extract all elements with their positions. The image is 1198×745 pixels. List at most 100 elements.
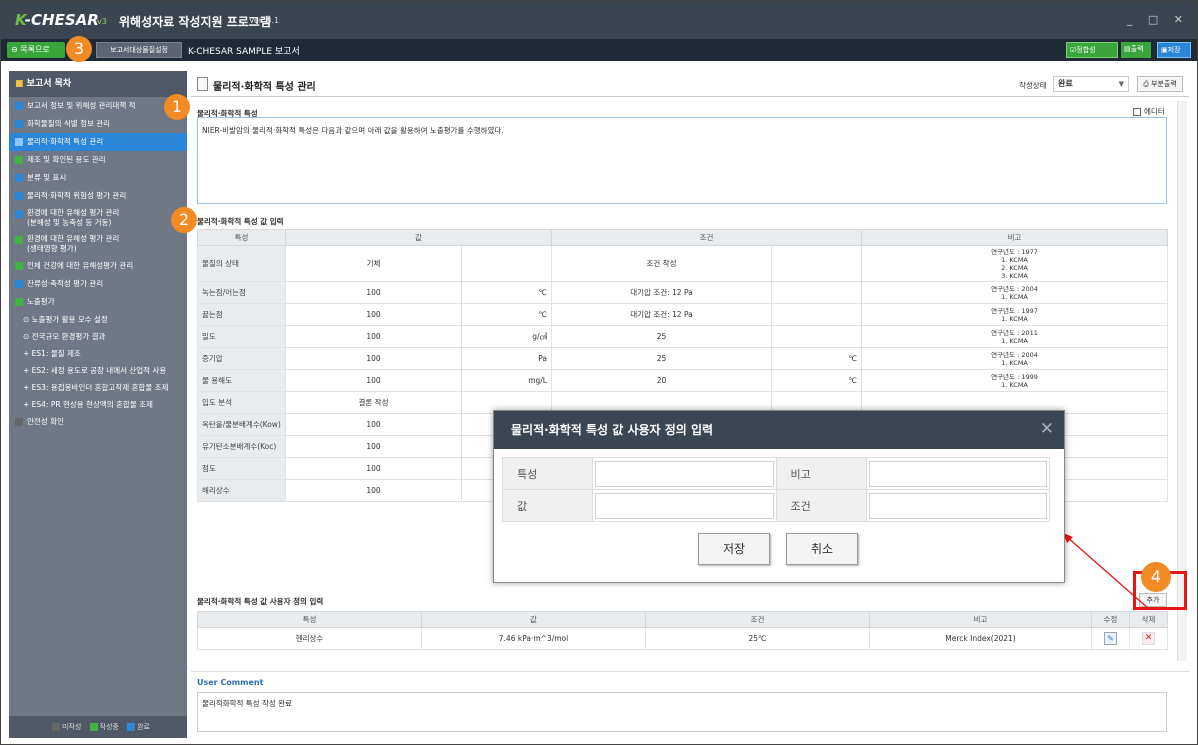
- sidebar-item[interactable]: 노출평가: [9, 293, 187, 311]
- app-version: Ver. 3.1: [249, 16, 280, 25]
- sidebar-item[interactable]: 제조 및 확인된 용도 관리: [9, 151, 187, 169]
- summary-textarea[interactable]: NIER-비발암의 물리적·화학적 특성은 다음과 같으며 아래 값을 활용하여…: [197, 117, 1167, 204]
- callout-badge-3: 3: [66, 36, 92, 62]
- partial-print-button[interactable]: ⎙ 부분출력: [1137, 76, 1183, 92]
- value-input[interactable]: [595, 492, 774, 519]
- table-row[interactable]: 헨리상수 7.46 kPa·m^3/mol 25℃ Merck Index(20…: [197, 627, 1168, 650]
- condition-unit-cell: [771, 281, 862, 304]
- property-input[interactable]: [595, 460, 774, 487]
- edit-icon[interactable]: ✎: [1104, 632, 1117, 645]
- target-substance-button[interactable]: 보고서대상물질설정: [96, 42, 182, 58]
- field-label-condition: 조건: [775, 489, 867, 522]
- note-line: 연구년도 : 1997: [991, 306, 1038, 315]
- sidebar-item-label: 인체 건강에 대한 유해성평가 관리: [27, 261, 134, 270]
- custom-section-label: 물리적·화학적 특성 값 사용자 정의 입력: [197, 597, 324, 606]
- value-input-section-label: 물리적·화학적 특성 값 입력: [197, 217, 284, 226]
- page-header: 물리적·화학적 특성 관리 작성상태 완료 ▼ ⎙ 부분출력: [191, 71, 1189, 97]
- sidebar-item[interactable]: 화학물질의 식별 정보 관리: [9, 115, 187, 133]
- close-icon[interactable]: ✕: [1040, 419, 1054, 439]
- delete-cell: ✕: [1129, 627, 1168, 650]
- comment-textarea[interactable]: 물리적화학적 특성 작성 완료: [197, 692, 1167, 732]
- user-comment-panel: User Comment 물리적화학적 특성 작성 완료: [191, 671, 1189, 738]
- property-name-cell: 물질의 상태: [197, 245, 286, 282]
- table-row[interactable]: 물질의 상태 기체 조건 작성 연구년도 : 1977 1. KCMA 2. KCMA 3.…: [197, 245, 1168, 282]
- condition-input[interactable]: [868, 492, 1047, 519]
- custom-table: 특성 값 조건 비고 수정 삭제 헨리상수 7.46 kPa·m^3/mol 25℃ Me…: [197, 611, 1168, 650]
- note-line: 1. KCMA: [1001, 336, 1028, 345]
- status-select[interactable]: 완료 ▼: [1053, 76, 1129, 92]
- sidebar-subitem[interactable]: + ES2: 세정 용도로 공장 내에서 산업적 사용: [9, 362, 187, 379]
- chevron-down-icon: ▼: [1118, 80, 1124, 88]
- sidebar-subitem[interactable]: + ES1: 물질 제조: [9, 345, 187, 362]
- dialog-form: 특성 비고 값 조건: [502, 457, 1050, 522]
- save-button[interactable]: ▣저장: [1157, 42, 1191, 58]
- logo-version: v3: [97, 17, 107, 26]
- title-bar: K-CHESAR v3 위해성자료 작성지원 프로그램 Ver. 3.1 _ □…: [1, 1, 1197, 39]
- note-line: 연구년도 : 1977: [991, 247, 1038, 256]
- sidebar-item[interactable]: 잔류성·축적성 평가 관리: [9, 275, 187, 293]
- annotation-arrow: [1063, 533, 1150, 610]
- sidebar-item-safety-check[interactable]: 안전성 확인: [9, 413, 187, 431]
- property-name-cell: 증기압: [197, 347, 286, 370]
- property-value-cell: 100: [285, 479, 462, 502]
- sidebar-item[interactable]: 환경에 대한 유해성 평가 관리 (생태영향 평가): [9, 231, 187, 257]
- sidebar-item[interactable]: 물리적·화학적 특성 관리: [9, 133, 187, 151]
- print-button[interactable]: ▤출력: [1121, 42, 1151, 58]
- note-line: 1. KCMA: [1001, 358, 1028, 367]
- property-unit-cell: ℃: [461, 303, 552, 326]
- property-name-cell: 옥탄올/물분배계수(Kow): [197, 413, 286, 436]
- sidebar-item-label: 분류 및 표시: [27, 173, 67, 182]
- sidebar-item[interactable]: 보고서 정보 및 위해성 관리대책 적: [9, 97, 187, 115]
- validate-button[interactable]: ☑정합성: [1066, 42, 1118, 58]
- sidebar-item[interactable]: 인체 건강에 대한 유해성평가 관리: [9, 257, 187, 275]
- checkbox-icon: [1133, 108, 1141, 116]
- status-square-icon: [15, 156, 23, 164]
- property-value-cell: 100: [285, 457, 462, 480]
- sidebar-item-label: 제조 및 확인된 용도 관리: [27, 155, 106, 164]
- note-line: 연구년도 : 2004: [991, 350, 1038, 359]
- editor-checkbox[interactable]: 에디터: [1133, 106, 1165, 117]
- sidebar-item[interactable]: 분류 및 표시: [9, 169, 187, 187]
- dialog-save-button[interactable]: 저장: [698, 533, 770, 565]
- status-square-icon: [15, 418, 23, 426]
- table-row[interactable]: 밀도 100 g/㎤ 25 연구년도 : 2011 1. KCMA: [197, 325, 1168, 348]
- field-label-value: 값: [502, 489, 593, 522]
- callout-badge-4: 4: [1141, 562, 1171, 592]
- sidebar-item[interactable]: 환경에 대한 유해성 평가 관리 (분해성 및 농축성 등 거동): [9, 205, 187, 231]
- condition-unit-cell: [771, 245, 862, 282]
- property-value-cell: 100: [285, 369, 462, 392]
- sidebar-subitem[interactable]: + ES3: 용접봉바인더 혼합고착제 혼합물 조제: [9, 379, 187, 396]
- legend-swatch-not-started: [51, 723, 60, 731]
- comment-title: User Comment: [197, 678, 264, 687]
- dialog-cancel-button[interactable]: 취소: [786, 533, 858, 565]
- table-row[interactable]: 녹는점/어는점 100 ℃ 대기압 조건: 12 Pa 연구년도 : 2004 1. KC…: [197, 281, 1168, 304]
- property-note-cell: 연구년도 : 1977 1. KCMA 2. KCMA 3. KCMA: [861, 245, 1168, 282]
- sidebar-items: 보고서 정보 및 위해성 관리대책 적 화학물질의 식별 정보 관리 물리적·화학적…: [9, 97, 187, 311]
- custom-value-cell: 7.46 kPa·m^3/mol: [421, 627, 646, 650]
- sidebar-item[interactable]: 물리적·화학적 위험성 평가 관리: [9, 187, 187, 205]
- property-note-cell: 연구년도 : 1997 1. KCMA: [861, 303, 1168, 326]
- sidebar-subitem[interactable]: ⊙ 노출평가 활용 모수 설정: [9, 311, 187, 328]
- sidebar-subitem[interactable]: ⊙ 전국규모 환경평가 결과: [9, 328, 187, 345]
- status-label: 작성상태: [1019, 81, 1047, 90]
- property-condition-cell: 25: [551, 325, 772, 348]
- sidebar-subitem[interactable]: + ES4: PR 현상용 현상액의 혼합물 조제: [9, 396, 187, 413]
- window-controls[interactable]: _ □ ✕: [1127, 13, 1189, 26]
- condition-unit-cell: ℃: [771, 347, 862, 370]
- sidebar-header: ■ 보고서 목차: [9, 71, 187, 97]
- note-line: 연구년도 : 1999: [991, 372, 1038, 381]
- note-input[interactable]: [868, 460, 1047, 487]
- back-to-list-button[interactable]: ⊖ 목록으로: [7, 42, 65, 58]
- delete-icon[interactable]: ✕: [1142, 632, 1155, 645]
- table-row[interactable]: 물 용해도 100 mg/L 20 ℃ 연구년도 : 1999 1. KCMA: [197, 369, 1168, 392]
- property-note-cell: 연구년도 : 2004 1. KCMA: [861, 281, 1168, 304]
- callout-badge-2: 2: [171, 207, 197, 233]
- custom-input-dialog: 물리적·화학적 특성 값 사용자 정의 입력 ✕ 특성 비고 값 조건 저장 취…: [493, 410, 1065, 583]
- table-row[interactable]: 증기압 100 Pa 25 ℃ 연구년도 : 2004 1. KCMA: [197, 347, 1168, 370]
- property-value-cell: 100: [285, 435, 462, 458]
- property-value-cell: 100: [285, 303, 462, 326]
- status-square-icon: [15, 102, 23, 110]
- status-square-icon: [15, 280, 23, 288]
- column-header: 비고: [869, 611, 1092, 628]
- table-row[interactable]: 끓는점 100 ℃ 대기압 조건: 12 Pa 연구년도 : 1997 1. KCMA: [197, 303, 1168, 326]
